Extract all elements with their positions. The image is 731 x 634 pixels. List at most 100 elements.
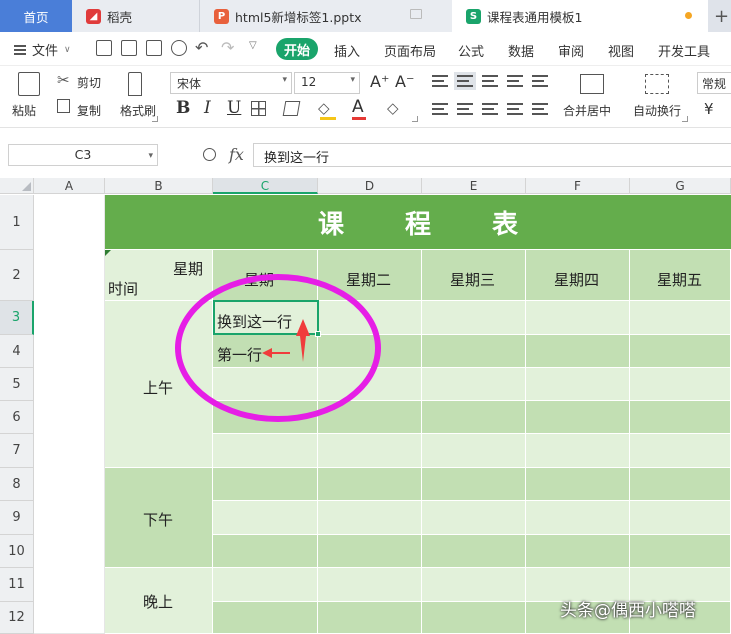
menu-view[interactable]: 视图 bbox=[608, 41, 634, 60]
increase-font-icon[interactable]: A⁺ bbox=[370, 72, 389, 91]
row-header-2[interactable]: 2 bbox=[0, 250, 34, 301]
scissors-icon[interactable]: ✂ bbox=[57, 71, 70, 89]
number-format-select[interactable]: 常规 bbox=[697, 72, 731, 94]
align-right-icon[interactable] bbox=[482, 103, 498, 115]
align-left-icon[interactable] bbox=[432, 103, 448, 115]
annotation-ellipse bbox=[175, 274, 381, 422]
print-preview-icon[interactable] bbox=[171, 40, 187, 56]
column-header-d[interactable]: D bbox=[318, 178, 422, 194]
formula-input[interactable]: 换到这一行 bbox=[253, 143, 731, 167]
save-icon[interactable] bbox=[96, 40, 112, 56]
align-top-icon[interactable] bbox=[432, 75, 448, 87]
merge-center-button[interactable]: 合并居中 bbox=[563, 102, 611, 119]
insert-function-icon[interactable]: fx bbox=[229, 145, 244, 164]
timetable-title[interactable]: 课 程 表 bbox=[105, 195, 731, 249]
format-painter-icon[interactable] bbox=[128, 72, 142, 96]
column-header-c[interactable]: C bbox=[213, 178, 318, 194]
font-color-icon[interactable]: A bbox=[352, 97, 364, 117]
row-header-12[interactable]: 12 bbox=[0, 602, 34, 634]
clipboard-dialog-launcher-icon[interactable] bbox=[152, 116, 158, 122]
distributed-icon[interactable] bbox=[532, 103, 548, 115]
menu-start[interactable]: 开始 bbox=[276, 38, 318, 60]
decrease-font-icon[interactable]: A⁻ bbox=[395, 72, 414, 91]
row-header-5[interactable]: 5 bbox=[0, 368, 34, 401]
undo-icon[interactable]: ↶ bbox=[195, 38, 208, 57]
align-middle-icon[interactable] bbox=[454, 72, 476, 90]
wrap-text-button[interactable]: 自动换行 bbox=[633, 102, 681, 119]
period-afternoon: 下午 bbox=[143, 511, 174, 529]
table-row[interactable] bbox=[213, 468, 731, 501]
tab-timetable[interactable]: S 课程表通用模板1 bbox=[452, 0, 708, 32]
monitor-icon[interactable] bbox=[410, 9, 422, 19]
column-a-cells[interactable] bbox=[34, 195, 105, 634]
align-bottom-icon[interactable] bbox=[482, 75, 498, 87]
alignment-dialog-launcher-icon[interactable] bbox=[682, 116, 688, 122]
paste-icon[interactable] bbox=[18, 72, 40, 96]
clear-format-icon[interactable]: ◇ bbox=[387, 99, 399, 117]
chevron-down-icon: ▾ bbox=[350, 75, 355, 85]
row-header-4[interactable]: 4 bbox=[0, 335, 34, 368]
table-row[interactable] bbox=[213, 434, 731, 468]
export-pdf-icon[interactable] bbox=[121, 40, 137, 56]
italic-icon[interactable]: I bbox=[204, 98, 211, 118]
column-header-g[interactable]: G bbox=[630, 178, 731, 194]
table-row[interactable] bbox=[213, 535, 731, 568]
bold-icon[interactable]: B bbox=[176, 98, 190, 118]
cell-style-icon[interactable] bbox=[282, 101, 301, 116]
worksheet[interactable]: A B C D E F G 1 2 3 4 5 6 7 8 9 10 11 12… bbox=[0, 178, 731, 634]
borders-icon[interactable] bbox=[251, 101, 266, 116]
menu-developer[interactable]: 开发工具 bbox=[658, 41, 710, 60]
column-header-b[interactable]: B bbox=[105, 178, 213, 194]
add-tab-icon[interactable]: + bbox=[712, 0, 731, 32]
font-dialog-launcher-icon[interactable] bbox=[412, 116, 418, 122]
decrease-indent-icon[interactable] bbox=[507, 75, 523, 87]
row-header-10[interactable]: 10 bbox=[0, 535, 34, 568]
menu-formula[interactable]: 公式 bbox=[458, 41, 484, 60]
merge-cells-icon[interactable] bbox=[580, 74, 604, 94]
underline-icon[interactable]: U bbox=[227, 98, 241, 118]
tab-pptx[interactable]: P html5新增标签1.pptx bbox=[200, 0, 452, 32]
row-header-9[interactable]: 9 bbox=[0, 501, 34, 535]
tab-daoke[interactable]: ◢ 稻壳 bbox=[72, 0, 200, 32]
currency-format-button[interactable]: ¥ bbox=[704, 100, 714, 118]
row-header-3[interactable]: 3 bbox=[0, 301, 34, 335]
menu-data[interactable]: 数据 bbox=[508, 41, 534, 60]
row-header-1[interactable]: 1 bbox=[0, 195, 34, 250]
tab-home[interactable]: 首页 bbox=[0, 0, 72, 32]
table-row[interactable] bbox=[213, 501, 731, 535]
menu-page-layout[interactable]: 页面布局 bbox=[384, 41, 436, 60]
select-all-corner[interactable] bbox=[0, 178, 34, 194]
name-box[interactable]: C3 ▾ bbox=[8, 144, 158, 166]
quick-access-dropdown-icon[interactable]: ▽ bbox=[249, 40, 257, 51]
increase-indent-icon[interactable] bbox=[532, 75, 548, 87]
font-size-select[interactable]: 12 ▾ bbox=[294, 72, 360, 94]
column-header-a[interactable]: A bbox=[34, 178, 105, 194]
align-center-icon[interactable] bbox=[457, 103, 473, 115]
row-header-6[interactable]: 6 bbox=[0, 401, 34, 434]
justify-icon[interactable] bbox=[507, 103, 523, 115]
print-icon[interactable] bbox=[146, 40, 162, 56]
row-header-7[interactable]: 7 bbox=[0, 434, 34, 468]
column-header-f[interactable]: F bbox=[526, 178, 630, 194]
row-header-11[interactable]: 11 bbox=[0, 568, 34, 602]
tab-bar: 首页 ◢ 稻壳 P html5新增标签1.pptx S 课程表通用模板1 + bbox=[0, 0, 731, 32]
fill-color-icon[interactable]: ◇ bbox=[318, 99, 330, 117]
copy-icon[interactable] bbox=[57, 99, 70, 113]
copy-button[interactable]: 复制 bbox=[77, 102, 101, 119]
file-menu[interactable]: 文件 ∨ bbox=[14, 40, 71, 59]
font-name-value: 宋体 bbox=[177, 77, 202, 91]
paste-button[interactable]: 粘贴 bbox=[12, 102, 36, 119]
font-color-swatch bbox=[352, 117, 366, 120]
font-name-select[interactable]: 宋体 ▾ bbox=[170, 72, 292, 94]
menu-review[interactable]: 审阅 bbox=[558, 41, 584, 60]
menu-insert[interactable]: 插入 bbox=[334, 41, 360, 60]
column-header-e[interactable]: E bbox=[422, 178, 526, 194]
zoom-icon[interactable] bbox=[203, 148, 216, 161]
redo-icon[interactable]: ↷ bbox=[221, 38, 234, 57]
cut-button[interactable]: 剪切 bbox=[77, 74, 101, 91]
format-painter-button[interactable]: 格式刷 bbox=[120, 102, 156, 119]
wrap-text-icon[interactable] bbox=[645, 74, 669, 94]
row-header-8[interactable]: 8 bbox=[0, 468, 34, 501]
chevron-down-icon: ▾ bbox=[148, 151, 153, 161]
unsaved-dot-icon[interactable] bbox=[685, 12, 692, 19]
